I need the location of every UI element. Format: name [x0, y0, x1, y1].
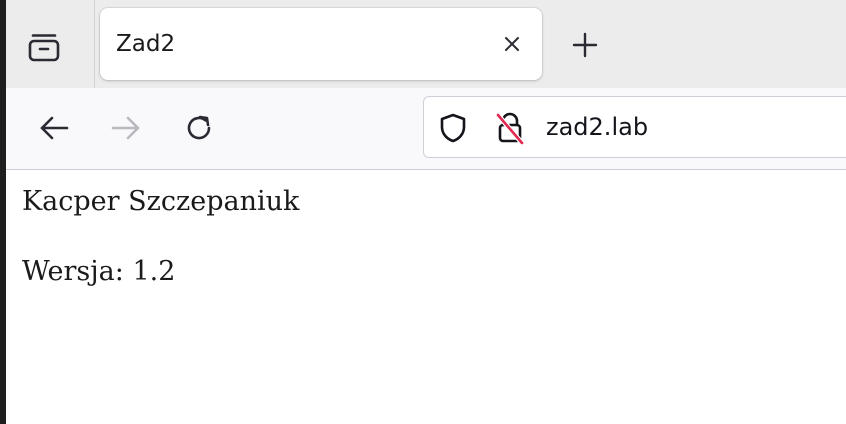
window-edge [0, 0, 6, 424]
back-arrow-icon [40, 116, 69, 140]
tab-strip-divider [94, 0, 95, 88]
tab-active[interactable]: Zad2 [100, 8, 542, 80]
plus-icon [572, 32, 598, 58]
address-bar[interactable]: zad2.lab [423, 96, 846, 158]
tab-title: Zad2 [116, 31, 176, 57]
author-name: Kacper Szczepaniuk [22, 186, 300, 217]
reload-button[interactable] [181, 110, 217, 146]
back-button[interactable] [36, 110, 72, 146]
tabs-list-icon [28, 34, 60, 62]
close-icon [505, 37, 519, 51]
browser-window: Zad2 zad2.lab Kacper Szczepaniuk Wersja:… [0, 0, 846, 424]
forward-button[interactable] [108, 110, 144, 146]
tabs-list-button[interactable] [24, 27, 64, 67]
navigation-toolbar: zad2.lab [0, 88, 846, 170]
insecure-lock-icon[interactable] [494, 111, 526, 145]
forward-arrow-icon [111, 116, 140, 140]
reload-icon [187, 115, 211, 140]
shield-icon[interactable] [438, 112, 468, 144]
tab-close-button[interactable] [500, 32, 524, 56]
tab-strip: Zad2 [0, 0, 846, 88]
new-tab-button[interactable] [568, 28, 602, 62]
url-text[interactable]: zad2.lab [546, 97, 648, 157]
version-text: Wersja: 1.2 [22, 256, 176, 287]
